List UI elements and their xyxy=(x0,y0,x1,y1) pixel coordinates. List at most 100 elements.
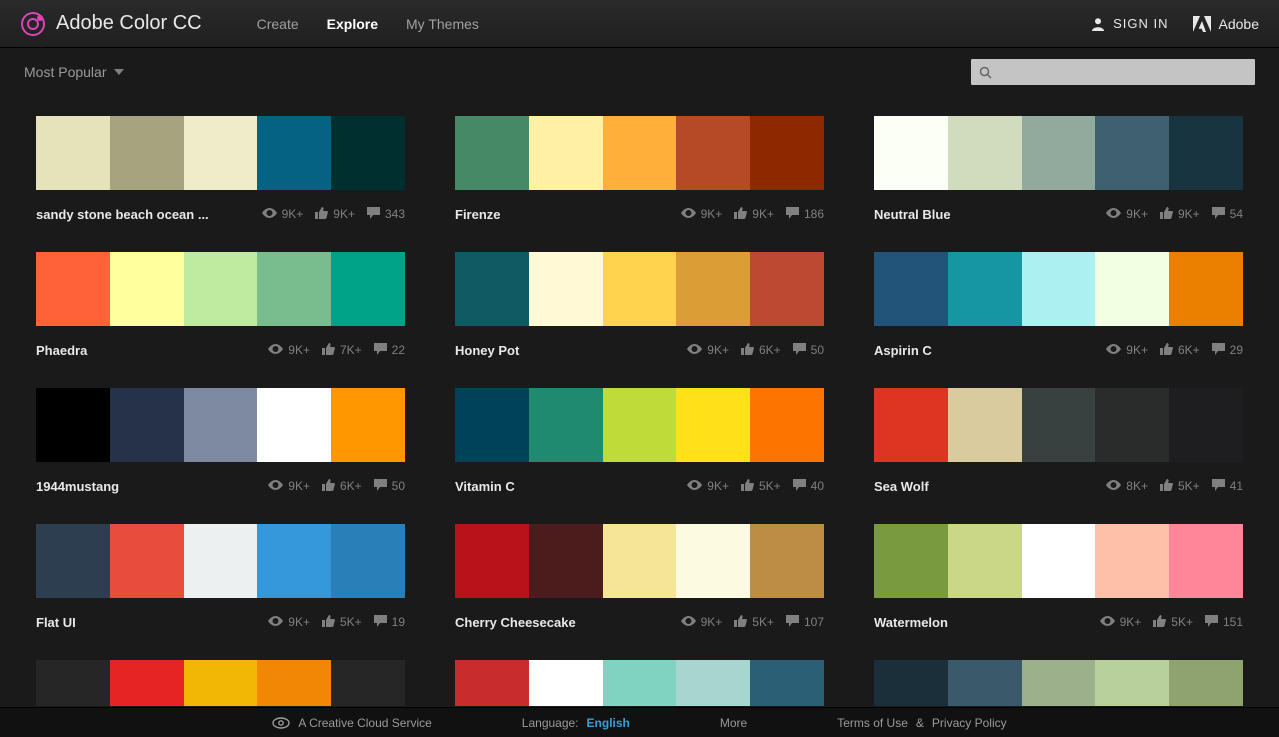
palette-card[interactable]: Aspirin C9K+6K+29 xyxy=(874,252,1243,360)
swatch-row xyxy=(36,660,405,706)
comments-stat[interactable]: 54 xyxy=(1212,207,1243,222)
comments-stat[interactable]: 41 xyxy=(1212,479,1243,494)
likes-stat[interactable]: 5K+ xyxy=(322,615,362,630)
comment-icon xyxy=(374,479,387,494)
thumb-up-icon xyxy=(1160,479,1173,494)
swatch xyxy=(529,524,603,598)
palette-card[interactable]: Firenze9K+9K+186 xyxy=(455,116,824,224)
likes-stat[interactable]: 6K+ xyxy=(741,343,781,358)
swatch xyxy=(36,116,110,190)
palette-card[interactable]: 1944mustang9K+6K+50 xyxy=(36,388,405,496)
swatch xyxy=(184,388,258,462)
swatch xyxy=(1095,660,1169,706)
views-count: 9K+ xyxy=(288,343,310,357)
eye-icon xyxy=(1106,207,1121,221)
search-input[interactable] xyxy=(998,65,1247,80)
swatch-row xyxy=(455,116,824,190)
swatch xyxy=(257,660,331,706)
likes-stat[interactable]: 7K+ xyxy=(322,343,362,358)
comments-stat[interactable]: 50 xyxy=(374,479,405,494)
palette-card[interactable]: Watermelon9K+5K+151 xyxy=(874,524,1243,632)
palette-meta: sandy stone beach ocean ...9K+9K+343 xyxy=(36,204,405,224)
search-box[interactable] xyxy=(971,59,1255,85)
palette-card[interactable]: Sea Wolf8K+5K+41 xyxy=(874,388,1243,496)
swatch xyxy=(1169,524,1243,598)
palette-card[interactable]: Flat UI9K+5K+19 xyxy=(36,524,405,632)
comments-stat[interactable]: 107 xyxy=(786,615,824,630)
swatch xyxy=(1169,116,1243,190)
comment-icon xyxy=(786,615,799,630)
comments-count: 50 xyxy=(392,479,405,493)
nav-create[interactable]: Create xyxy=(257,16,299,32)
views-stat: 9K+ xyxy=(687,479,729,493)
comments-stat[interactable]: 343 xyxy=(367,207,405,222)
thumb-up-icon xyxy=(322,615,335,630)
palette-card[interactable]: Vitamin C 9K+ 5K+ 40 xyxy=(455,388,824,496)
likes-stat[interactable]: 9K+ xyxy=(315,207,355,222)
palette-card[interactable]: Neutral Blue9K+9K+54 xyxy=(874,116,1243,224)
nav-mythemes[interactable]: My Themes xyxy=(406,16,479,32)
app-logo-wrap[interactable]: Adobe Color CC xyxy=(20,11,202,37)
comments-stat[interactable]: 186 xyxy=(786,207,824,222)
adobe-label: Adobe xyxy=(1219,16,1259,32)
swatch xyxy=(676,660,750,706)
adobe-link[interactable]: Adobe xyxy=(1193,16,1259,32)
palette-name: sandy stone beach ocean ... xyxy=(36,207,250,222)
swatch xyxy=(1169,388,1243,462)
palette-card[interactable] xyxy=(455,660,824,706)
likes-stat[interactable]: 5K+ xyxy=(1160,479,1200,494)
likes-count: 9K+ xyxy=(333,207,355,221)
signin-button[interactable]: SIGN IN xyxy=(1091,16,1168,31)
swatch xyxy=(455,388,529,462)
likes-stat[interactable]: 6K+ xyxy=(322,479,362,494)
comments-stat[interactable]: 151 xyxy=(1205,615,1243,630)
swatch xyxy=(874,524,948,598)
thumb-up-icon xyxy=(322,479,335,494)
thumb-up-icon xyxy=(741,479,754,494)
comments-stat[interactable]: 50 xyxy=(793,343,824,358)
sort-dropdown[interactable]: Most Popular xyxy=(24,64,124,80)
likes-stat[interactable]: 5K+ xyxy=(741,479,781,494)
palette-meta: Sea Wolf8K+5K+41 xyxy=(874,476,1243,496)
palette-card[interactable] xyxy=(36,660,405,706)
comments-stat[interactable]: 22 xyxy=(374,343,405,358)
swatch xyxy=(603,252,677,326)
palette-card[interactable]: Cherry Cheesecake9K+5K+107 xyxy=(455,524,824,632)
eye-icon xyxy=(1106,343,1121,357)
swatch xyxy=(1095,524,1169,598)
likes-stat[interactable]: 5K+ xyxy=(1153,615,1193,630)
swatch xyxy=(455,116,529,190)
palette-grid: sandy stone beach ocean ...9K+9K+343Fire… xyxy=(0,96,1279,706)
swatch xyxy=(110,116,184,190)
likes-stat[interactable]: 6K+ xyxy=(1160,343,1200,358)
views-stat: 9K+ xyxy=(268,615,310,629)
comment-icon xyxy=(374,343,387,358)
palette-name: Aspirin C xyxy=(874,343,1094,358)
palette-card[interactable] xyxy=(874,660,1243,706)
likes-stat[interactable]: 9K+ xyxy=(734,207,774,222)
comment-icon xyxy=(793,343,806,358)
views-stat: 9K+ xyxy=(1106,207,1148,221)
swatch xyxy=(1169,252,1243,326)
likes-stat[interactable]: 5K+ xyxy=(734,615,774,630)
palette-card[interactable]: sandy stone beach ocean ...9K+9K+343 xyxy=(36,116,405,224)
likes-stat[interactable]: 9K+ xyxy=(1160,207,1200,222)
palette-card[interactable]: Phaedra9K+7K+22 xyxy=(36,252,405,360)
comment-icon xyxy=(793,479,806,494)
footer-more[interactable]: More xyxy=(720,716,747,730)
eye-icon xyxy=(681,615,696,629)
terms-link[interactable]: Terms of Use xyxy=(837,716,908,730)
swatch xyxy=(948,524,1022,598)
palette-card[interactable]: Honey Pot9K+6K+50 xyxy=(455,252,824,360)
privacy-link[interactable]: Privacy Policy xyxy=(932,716,1007,730)
comments-stat[interactable]: 19 xyxy=(374,615,405,630)
swatch xyxy=(36,524,110,598)
comments-stat[interactable]: 40 xyxy=(793,479,824,494)
views-count: 9K+ xyxy=(288,479,310,493)
palette-name: Vitamin C xyxy=(455,479,675,494)
lang-value[interactable]: English xyxy=(587,716,630,730)
nav-explore[interactable]: Explore xyxy=(327,16,378,32)
palette-meta: Cherry Cheesecake9K+5K+107 xyxy=(455,612,824,632)
swatch xyxy=(874,252,948,326)
comments-stat[interactable]: 29 xyxy=(1212,343,1243,358)
